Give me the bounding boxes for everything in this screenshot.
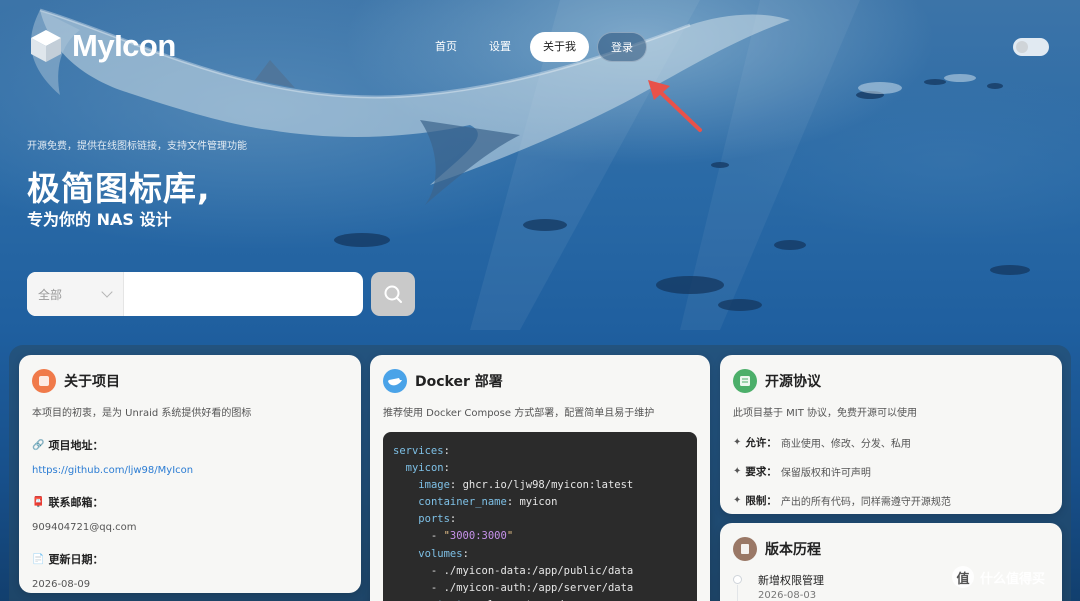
card-title: 开源协议 <box>765 374 821 390</box>
brand-name: MyIcon <box>72 28 176 63</box>
watermark-logo-icon: 值 <box>952 566 974 588</box>
compose-code-block[interactable]: services: myicon: image: ghcr.io/ljw98/m… <box>383 432 697 601</box>
toggle-knob <box>1016 41 1028 53</box>
license-require-row: ✦ 要求： 保留版权和许可声明 <box>733 466 871 479</box>
search-input[interactable] <box>124 272 363 316</box>
category-select[interactable]: 全部 <box>27 272 124 316</box>
history-entry-date: 2026-08-03 <box>758 590 817 601</box>
history-entry-title: 新增权限管理 <box>758 574 824 587</box>
email-value: 909404721@qq.com <box>32 522 137 533</box>
cube-logo-icon <box>31 30 61 62</box>
search-bar: 全部 <box>27 272 363 316</box>
update-label: 📄 更新日期： <box>32 553 104 566</box>
about-project-card: 关于项目 本项目的初衷，是为 Unraid 系统提供好看的图标 🔗 项目地址： … <box>19 355 361 593</box>
docker-deploy-card: Docker 部署 推荐使用 Docker Compose 方式部署，配置简单且… <box>370 355 710 601</box>
timeline-line <box>737 585 738 601</box>
license-allow-row: ✦ 允许： 商业使用、修改、分发、私用 <box>733 437 911 450</box>
repo-link[interactable]: https://github.com/ljw98/MyIcon <box>32 465 348 476</box>
card-title: 关于项目 <box>64 374 120 390</box>
chevron-down-icon <box>101 286 113 298</box>
card-description: 此项目基于 MIT 协议，免费开源可以使用 <box>733 408 918 419</box>
nav-home[interactable]: 首页 <box>422 32 470 62</box>
card-title: Docker 部署 <box>415 374 503 390</box>
card-title: 版本历程 <box>765 542 821 558</box>
nav-settings[interactable]: 设置 <box>476 32 524 62</box>
hero-title: 极简图标库, <box>27 169 211 208</box>
watermark-text: 什么值得买 <box>980 571 1046 587</box>
annotation-arrow-icon <box>648 80 702 132</box>
main-nav: 首页 设置 关于我 登录 <box>422 32 647 62</box>
site-watermark: 值 什么值得买 <box>952 566 1045 588</box>
license-card: 开源协议 此项目基于 MIT 协议，免费开源可以使用 ✦ 允许： 商业使用、修改… <box>720 355 1062 514</box>
license-limit-row: ✦ 限制： 产出的所有代码，同样需遵守开源规范 <box>733 495 951 508</box>
card-description: 推荐使用 Docker Compose 方式部署，配置简单且易于维护 <box>383 408 655 419</box>
category-value: 全部 <box>38 287 63 302</box>
sparkle-icon: ✦ <box>733 495 742 506</box>
card-description: 本项目的初衷，是为 Unraid 系统提供好看的图标 <box>32 408 252 419</box>
hero-tagline: 专为你的 NAS 设计 <box>27 210 172 229</box>
sparkle-icon: ✦ <box>733 437 742 448</box>
search-icon <box>384 285 402 303</box>
address-label: 🔗 项目地址： <box>32 439 104 452</box>
link-icon: 🔗 <box>32 439 45 451</box>
update-date: 2026-08-09 <box>32 579 91 590</box>
nav-about-me[interactable]: 关于我 <box>530 32 589 62</box>
theme-toggle[interactable] <box>1013 38 1049 56</box>
history-icon <box>733 537 757 561</box>
info-icon <box>32 369 56 393</box>
brand-logo[interactable]: MyIcon <box>28 28 176 64</box>
search-button[interactable] <box>371 272 415 316</box>
hero-subtitle: 开源免费，提供在线图标链接，支持文件管理功能 <box>27 141 247 152</box>
mailbox-icon: 📮 <box>32 496 45 508</box>
sparkle-icon: ✦ <box>733 466 742 477</box>
document-icon: 📄 <box>32 553 45 565</box>
login-button[interactable]: 登录 <box>597 32 647 62</box>
version-history-card: 版本历程 新增权限管理 2026-08-03 <box>720 523 1062 601</box>
email-label: 📮 联系邮箱： <box>32 496 104 509</box>
timeline-dot <box>733 575 742 584</box>
book-icon <box>733 369 757 393</box>
docker-icon <box>383 369 407 393</box>
